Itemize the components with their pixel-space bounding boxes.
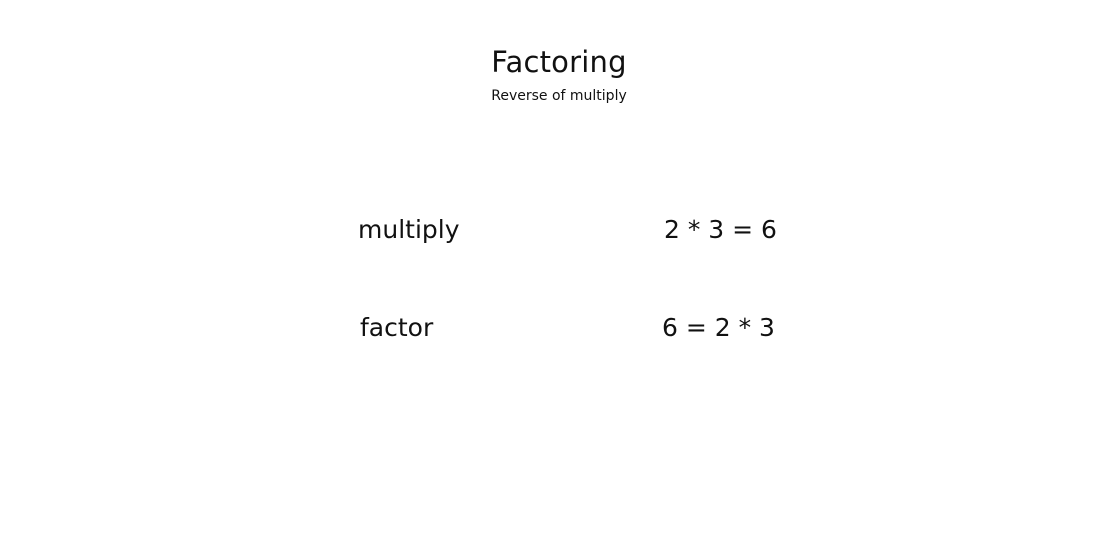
row-1-expression: 2 * 3 = 6 [664,215,777,244]
row-1-term: multiply [358,215,460,244]
row-2-expression: 6 = 2 * 3 [662,313,775,342]
row-2-term: factor [360,313,434,342]
slide-subtitle: Reverse of multiply [491,88,627,104]
slide-canvas: Factoring Reverse of multiply multiply 2… [0,0,1118,548]
slide-title: Factoring [491,45,627,79]
